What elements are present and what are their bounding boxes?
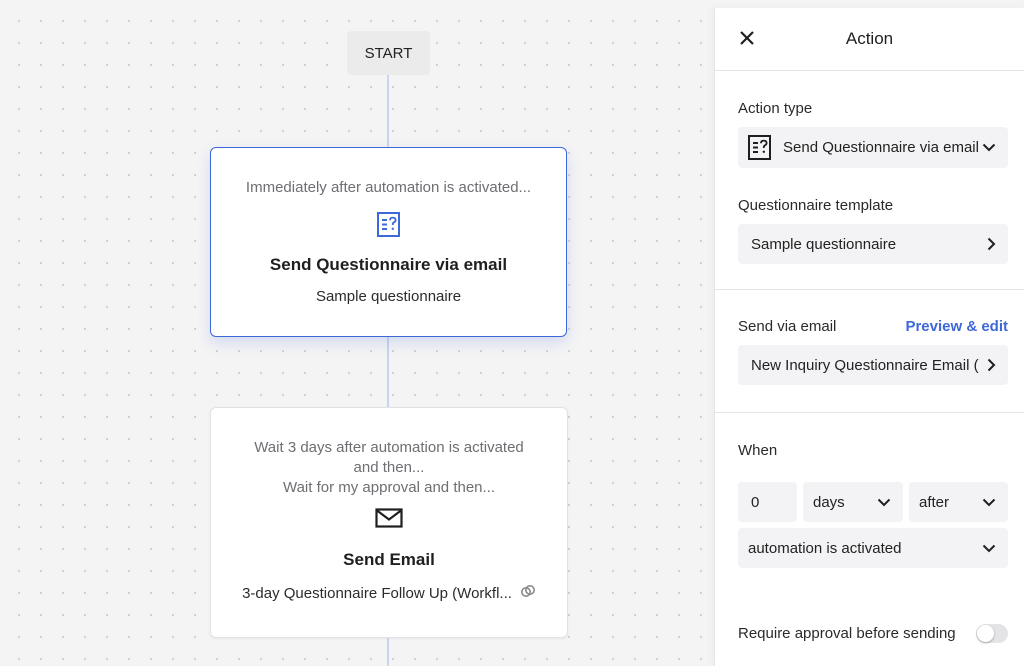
action-section: Action type Send Questionnaire via email… (715, 71, 1024, 290)
delay-unit-select[interactable]: days (803, 482, 903, 522)
step-trigger-text: Wait 3 days after automation is activate… (211, 438, 567, 498)
when-section: When 0 days after automation is activate… (715, 413, 1024, 643)
delay-amount-input[interactable]: 0 (738, 482, 797, 522)
connector-line (387, 75, 389, 147)
trigger-event-value: automation is activated (748, 539, 902, 557)
chevron-down-icon (982, 544, 996, 553)
trigger-line: Wait 3 days after automation is activate… (254, 439, 524, 456)
trigger-line: Wait for my approval and then... (282, 479, 496, 496)
step-subtitle-row: 3-day Questionnaire Follow Up (Workfl... (211, 583, 567, 603)
when-label: When (738, 442, 778, 459)
chevron-down-icon (877, 498, 891, 507)
chevron-right-icon (987, 237, 996, 251)
chevron-down-icon (982, 498, 996, 507)
step-title: Send Questionnaire via email (269, 255, 508, 274)
action-type-label: Action type (738, 100, 813, 117)
delay-unit-value: days (813, 493, 845, 511)
step-subtitle: 3-day Questionnaire Follow Up (Workfl... (242, 584, 512, 602)
send-via-email-label: Send via email (738, 318, 837, 335)
questionnaire-template-value: Sample questionnaire (751, 235, 897, 253)
questionnaire-icon (748, 134, 772, 161)
workflow-step-questionnaire[interactable]: Immediately after automation is activate… (210, 147, 567, 337)
email-template-value: New Inquiry Questionnaire Email ( (751, 356, 979, 374)
step-title: Send Email (343, 550, 435, 569)
workflow-canvas[interactable]: START Immediately after automation is ac… (0, 0, 714, 666)
email-template-select[interactable]: New Inquiry Questionnaire Email ( (738, 345, 1008, 385)
require-approval-toggle[interactable] (976, 624, 1008, 643)
questionnaire-template-select[interactable]: Sample questionnaire (738, 224, 1008, 264)
step-subtitle: Sample questionnaire (315, 288, 462, 305)
delay-relation-value: after (919, 493, 950, 511)
trigger-event-select[interactable]: automation is activated (738, 528, 1008, 568)
close-button[interactable] (737, 28, 757, 48)
action-type-select[interactable]: Send Questionnaire via email (738, 127, 1008, 168)
chevron-right-icon (987, 358, 996, 372)
preview-edit-link[interactable]: Preview & edit (905, 318, 1008, 335)
require-approval-label: Require approval before sending (738, 625, 956, 642)
delay-relation-select[interactable]: after (909, 482, 1008, 522)
connector-line (387, 638, 389, 666)
action-type-value: Send Questionnaire via email (783, 139, 979, 156)
step-trigger-text: Immediately after automation is activate… (245, 179, 532, 196)
start-node: START (347, 31, 430, 75)
questionnaire-icon (211, 212, 566, 240)
close-icon (740, 31, 754, 45)
chevron-down-icon (982, 143, 996, 152)
envelope-icon (211, 508, 567, 534)
email-section: Send via email Preview & edit New Inquir… (715, 290, 1024, 413)
workflow-step-send-email[interactable]: Wait 3 days after automation is activate… (210, 407, 568, 638)
action-panel: Action Action type Send Questionnaire vi… (714, 8, 1024, 666)
trigger-line: and then... (353, 459, 425, 476)
panel-title: Action (845, 29, 894, 48)
panel-header: Action (715, 8, 1024, 71)
link-icon (520, 583, 536, 603)
questionnaire-template-label: Questionnaire template (738, 197, 894, 214)
connector-line (387, 337, 389, 407)
delay-amount-value: 0 (751, 493, 760, 511)
toggle-knob (977, 625, 994, 642)
